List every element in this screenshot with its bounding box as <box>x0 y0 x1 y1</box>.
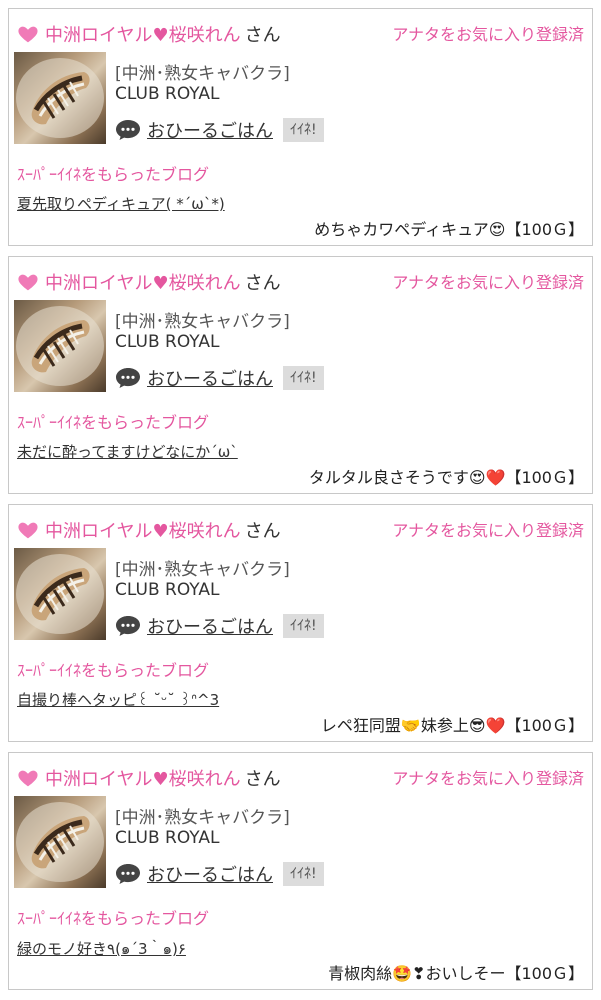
iine-button[interactable]: ｲｲﾈ! <box>283 366 324 390</box>
name-suffix: さん <box>244 521 281 542</box>
comment-text: レペ狂同盟🤝妹参上😎❤️【100Ｇ】 <box>320 716 584 735</box>
blog-card: 中洲ロイヤル♥桜咲れん さん アナタをお気に入り登録済 [中洲･熟女キャバクラ]… <box>8 8 593 246</box>
profile-thumbnail[interactable] <box>14 548 106 640</box>
profile-thumbnail[interactable] <box>14 300 106 392</box>
food-photo-icon <box>16 306 104 386</box>
blog-title-link[interactable]: 緑のモノ好き٩(๑´3｀๑)۶ <box>17 937 186 961</box>
heart-icon <box>18 522 38 539</box>
food-photo-icon <box>16 554 104 634</box>
post-row: おひーるごはん ｲｲﾈ! <box>115 861 324 887</box>
favorite-status: アナタをお気に入り登録済 <box>392 521 584 540</box>
shop-name-link[interactable]: 中洲ロイヤル♥桜咲れん <box>45 21 241 47</box>
heart-icon <box>18 770 38 787</box>
card-header: 中洲ロイヤル♥桜咲れん さん <box>17 19 281 49</box>
heart-icon <box>18 26 38 43</box>
card-header: 中洲ロイヤル♥桜咲れん さん <box>17 267 281 297</box>
blog-title-link[interactable]: 自撮り棒ヘタッピ꒰ ˘ᵕ˘ ꒱ᐢ^3 <box>17 689 219 710</box>
blog-title-link[interactable]: 夏先取りペディキュア( *´ω`*) <box>17 193 225 214</box>
profile-thumbnail[interactable] <box>14 796 106 888</box>
super-iine-label: ｽｰﾊﾟｰｲｲﾈをもらったブログ <box>17 165 210 184</box>
blog-title-link[interactable]: 未だに酔ってますけどなにか´ω` <box>17 441 238 462</box>
category-label: [中洲･熟女キャバクラ] <box>115 312 290 332</box>
speech-bubble-icon <box>116 864 140 884</box>
speech-bubble-icon <box>116 616 140 636</box>
iine-button[interactable]: ｲｲﾈ! <box>283 614 324 638</box>
shop-name-link[interactable]: 中洲ロイヤル♥桜咲れん <box>45 517 241 543</box>
name-suffix: さん <box>244 25 281 46</box>
club-name: CLUB ROYAL <box>115 332 220 352</box>
blog-card: 中洲ロイヤル♥桜咲れん さん アナタをお気に入り登録済 [中洲･熟女キャバクラ]… <box>8 256 593 494</box>
blog-card: 中洲ロイヤル♥桜咲れん さん アナタをお気に入り登録済 [中洲･熟女キャバクラ]… <box>8 504 593 742</box>
post-row: おひーるごはん ｲｲﾈ! <box>115 117 324 143</box>
post-title-link[interactable]: おひーるごはん <box>147 613 273 639</box>
favorite-status: アナタをお気に入り登録済 <box>392 273 584 292</box>
speech-bubble-icon <box>116 120 140 140</box>
post-row: おひーるごはん ｲｲﾈ! <box>115 365 324 391</box>
club-name: CLUB ROYAL <box>115 828 220 848</box>
profile-thumbnail[interactable] <box>14 52 106 144</box>
blog-card: 中洲ロイヤル♥桜咲れん さん アナタをお気に入り登録済 [中洲･熟女キャバクラ]… <box>8 752 593 990</box>
post-title-link[interactable]: おひーるごはん <box>147 365 273 391</box>
super-iine-label: ｽｰﾊﾟｰｲｲﾈをもらったブログ <box>17 661 210 680</box>
name-suffix: さん <box>244 273 281 294</box>
comment-text: めちゃカワペディキュア😍【100Ｇ】 <box>314 220 584 239</box>
club-name: CLUB ROYAL <box>115 580 220 600</box>
favorite-status: アナタをお気に入り登録済 <box>392 769 584 788</box>
food-photo-icon <box>16 802 104 882</box>
iine-button[interactable]: ｲｲﾈ! <box>283 862 324 886</box>
card-header: 中洲ロイヤル♥桜咲れん さん <box>17 763 281 793</box>
iine-button[interactable]: ｲｲﾈ! <box>283 118 324 142</box>
food-photo-icon <box>16 58 104 138</box>
name-suffix: さん <box>244 769 281 790</box>
post-row: おひーるごはん ｲｲﾈ! <box>115 613 324 639</box>
super-iine-label: ｽｰﾊﾟｰｲｲﾈをもらったブログ <box>17 909 210 928</box>
category-label: [中洲･熟女キャバクラ] <box>115 808 290 828</box>
post-title-link[interactable]: おひーるごはん <box>147 117 273 143</box>
card-header: 中洲ロイヤル♥桜咲れん さん <box>17 515 281 545</box>
shop-name-link[interactable]: 中洲ロイヤル♥桜咲れん <box>45 269 241 295</box>
category-label: [中洲･熟女キャバクラ] <box>115 64 290 84</box>
speech-bubble-icon <box>116 368 140 388</box>
club-name: CLUB ROYAL <box>115 84 220 104</box>
shop-name-link[interactable]: 中洲ロイヤル♥桜咲れん <box>45 765 241 791</box>
category-label: [中洲･熟女キャバクラ] <box>115 560 290 580</box>
favorite-status: アナタをお気に入り登録済 <box>392 25 584 44</box>
comment-text: タルタル良さそうです😍❤️【100Ｇ】 <box>308 468 584 487</box>
heart-icon <box>18 274 38 291</box>
super-iine-label: ｽｰﾊﾟｰｲｲﾈをもらったブログ <box>17 413 210 432</box>
post-title-link[interactable]: おひーるごはん <box>147 861 273 887</box>
comment-text: 青椒肉絲🤩❣おいしそー【100Ｇ】 <box>328 964 584 983</box>
